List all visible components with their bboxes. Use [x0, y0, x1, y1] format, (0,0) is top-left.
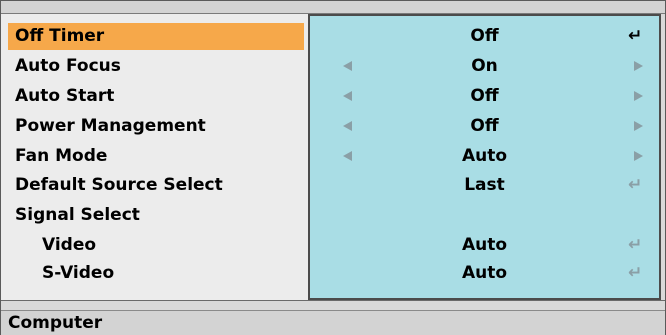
- power-management-value: Off: [470, 116, 499, 136]
- status-source-text: Computer: [8, 313, 103, 333]
- value-row-off-timer[interactable]: Off ↵: [310, 23, 659, 50]
- enter-icon[interactable]: ↵: [628, 260, 642, 287]
- video-value: Auto: [461, 235, 508, 255]
- value-row-auto-focus[interactable]: On: [310, 53, 659, 80]
- value-row-signal-select: [310, 202, 659, 229]
- default-source-select-value: Last: [464, 175, 505, 195]
- value-row-fan-mode[interactable]: Auto: [310, 143, 659, 170]
- auto-focus-value: On: [471, 56, 498, 76]
- right-arrow-icon[interactable]: [634, 151, 643, 161]
- menu-item-off-timer[interactable]: Off Timer: [8, 23, 304, 50]
- off-timer-value: Off: [470, 26, 499, 46]
- menu-values-panel: Off ↵ On Off Off Auto Last ↵ Auto ↵ Auto…: [308, 14, 661, 300]
- top-bar: [1, 1, 665, 13]
- menu-item-default-source-select[interactable]: Default Source Select: [8, 172, 304, 199]
- s-video-value: Auto: [461, 263, 508, 283]
- enter-icon[interactable]: ↵: [628, 232, 642, 259]
- menu-item-fan-mode[interactable]: Fan Mode: [8, 143, 304, 170]
- status-bar: Computer: [1, 310, 665, 335]
- projector-osd-menu: Off Timer Auto Focus Auto Start Power Ma…: [0, 0, 666, 335]
- bottom-divider: [1, 300, 665, 301]
- value-row-default-source-select[interactable]: Last ↵: [310, 172, 659, 199]
- right-arrow-icon[interactable]: [634, 61, 643, 71]
- right-arrow-icon[interactable]: [634, 121, 643, 131]
- enter-icon[interactable]: ↵: [628, 23, 642, 50]
- menu-labels-panel: Off Timer Auto Focus Auto Start Power Ma…: [1, 14, 308, 300]
- fan-mode-value: Auto: [461, 146, 508, 166]
- auto-start-value: Off: [470, 86, 499, 106]
- enter-icon[interactable]: ↵: [628, 172, 642, 199]
- value-row-power-management[interactable]: Off: [310, 113, 659, 140]
- right-arrow-icon[interactable]: [634, 91, 643, 101]
- value-row-s-video[interactable]: Auto ↵: [310, 260, 659, 287]
- menu-item-s-video[interactable]: S-Video: [8, 260, 304, 287]
- value-row-auto-start[interactable]: Off: [310, 83, 659, 110]
- menu-item-signal-select[interactable]: Signal Select: [8, 202, 304, 229]
- menu-item-auto-focus[interactable]: Auto Focus: [8, 53, 304, 80]
- menu-item-power-management[interactable]: Power Management: [8, 113, 304, 140]
- menu-item-video[interactable]: Video: [8, 232, 304, 259]
- menu-item-auto-start[interactable]: Auto Start: [8, 83, 304, 110]
- value-row-video[interactable]: Auto ↵: [310, 232, 659, 259]
